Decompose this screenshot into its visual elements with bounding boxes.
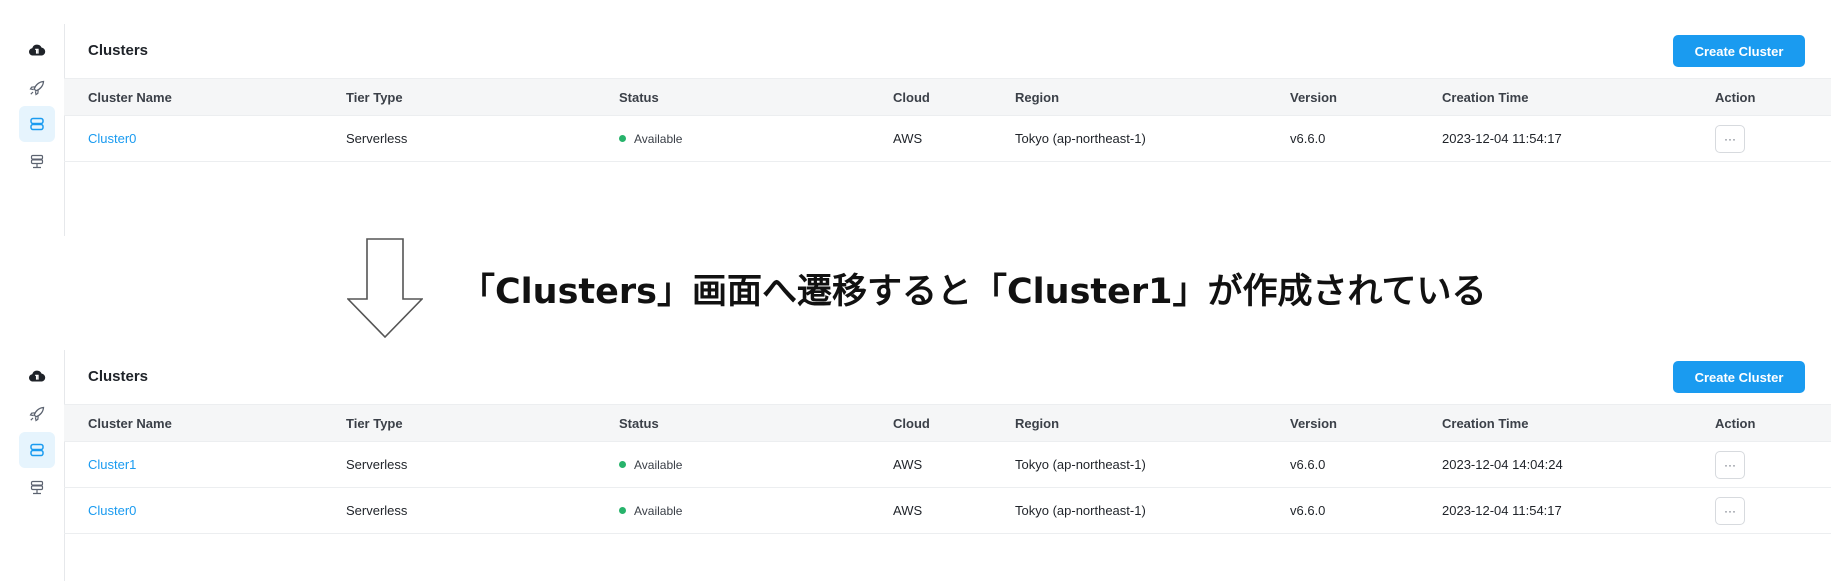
cloud-logo-icon [28,44,46,56]
nav-network[interactable] [19,144,55,180]
version: v6.6.0 [1290,131,1326,146]
column-header-version[interactable]: Version [1290,405,1337,441]
table-row: Cluster1 Serverless Available AWS Tokyo … [64,442,1831,488]
tier-type: Serverless [346,457,408,472]
status-text: Available [634,503,683,518]
down-arrow-icon [347,238,423,338]
cloud-provider: AWS [893,131,923,146]
column-header-tier-type[interactable]: Tier Type [346,79,403,115]
nav-getting-started[interactable] [19,70,55,106]
status-badge: Available [619,116,682,161]
clusters-panel-after: Clusters Create Cluster Cluster Name Tie… [0,350,1831,581]
nav-network[interactable] [19,470,55,506]
action-cell: ··· [1715,116,1745,161]
column-header-creation-time[interactable]: Creation Time [1442,79,1528,115]
column-header-region[interactable]: Region [1015,79,1059,115]
column-header-status[interactable]: Status [619,405,659,441]
action-cell: ··· [1715,442,1745,487]
nav-getting-started[interactable] [19,396,55,432]
more-actions-button[interactable]: ··· [1715,450,1745,479]
cloud-provider: AWS [893,503,923,518]
page-title: Clusters [88,368,149,385]
nav-clusters[interactable] [19,106,55,142]
creation-time: 2023-12-04 11:54:17 [1442,131,1562,146]
page-title: Clusters [88,42,149,59]
action-cell: ··· [1715,488,1745,533]
region: Tokyo (ap-northeast-1) [1015,131,1146,146]
column-header-tier-type[interactable]: Tier Type [346,405,403,441]
status-dot-icon [619,135,626,142]
column-header-cluster-name[interactable]: Cluster Name [88,405,172,441]
cloud-provider: AWS [893,457,923,472]
rocket-icon [29,406,45,422]
network-icon [30,480,44,495]
table-row: Cluster0 Serverless Available AWS Tokyo … [64,116,1831,162]
clusters-panel-before: Clusters Create Cluster Cluster Name Tie… [0,24,1831,236]
status-badge: Available [619,442,682,487]
step-caption: 「Clusters」画面へ遷移すると「Cluster1」が作成されている [460,272,1487,312]
column-header-version[interactable]: Version [1290,79,1337,115]
column-header-region[interactable]: Region [1015,405,1059,441]
more-actions-button[interactable]: ··· [1715,496,1745,525]
column-header-cloud[interactable]: Cloud [893,79,930,115]
column-header-cluster-name[interactable]: Cluster Name [88,79,172,115]
sidebar [0,350,65,581]
database-icon [30,117,44,131]
column-header-status[interactable]: Status [619,79,659,115]
create-cluster-button[interactable]: Create Cluster [1673,35,1805,67]
cloud-logo-icon [28,370,46,382]
clusters-table: Cluster Name Tier Type Status Cloud Regi… [64,404,1831,534]
nav-logo[interactable] [19,32,55,68]
table-header: Cluster Name Tier Type Status Cloud Regi… [64,78,1831,116]
region: Tokyo (ap-northeast-1) [1015,457,1146,472]
version: v6.6.0 [1290,503,1326,518]
status-text: Available [634,457,683,472]
table-row: Cluster0 Serverless Available AWS Tokyo … [64,488,1831,534]
sidebar [0,24,65,236]
nav-logo[interactable] [19,358,55,394]
version: v6.6.0 [1290,457,1326,472]
column-header-action: Action [1715,415,1756,431]
status-text: Available [634,131,683,146]
creation-time: 2023-12-04 14:04:24 [1442,457,1563,472]
network-icon [30,154,44,169]
status-dot-icon [619,461,626,468]
rocket-icon [29,80,45,96]
column-header-action: Action [1715,89,1756,105]
nav-clusters[interactable] [19,432,55,468]
database-icon [30,443,44,457]
cluster-name-link[interactable]: Cluster0 [88,488,136,533]
tier-type: Serverless [346,131,408,146]
cluster-name-link[interactable]: Cluster0 [88,116,136,161]
table-header: Cluster Name Tier Type Status Cloud Regi… [64,404,1831,442]
more-actions-button[interactable]: ··· [1715,124,1745,153]
status-badge: Available [619,488,682,533]
create-cluster-button[interactable]: Create Cluster [1673,361,1805,393]
creation-time: 2023-12-04 11:54:17 [1442,503,1562,518]
tier-type: Serverless [346,503,408,518]
column-header-creation-time[interactable]: Creation Time [1442,405,1528,441]
status-dot-icon [619,507,626,514]
region: Tokyo (ap-northeast-1) [1015,503,1146,518]
column-header-cloud[interactable]: Cloud [893,405,930,441]
cluster-name-link[interactable]: Cluster1 [88,442,136,487]
clusters-table: Cluster Name Tier Type Status Cloud Regi… [64,78,1831,162]
